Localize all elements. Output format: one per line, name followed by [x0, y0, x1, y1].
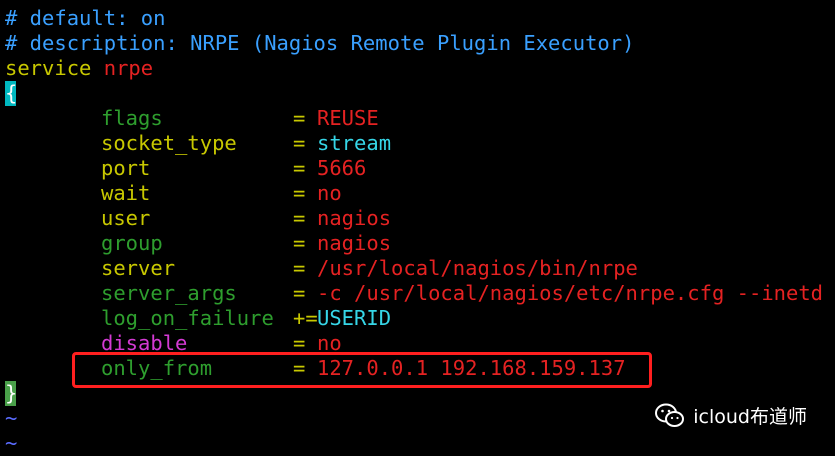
- tilde-marker: ~: [5, 431, 18, 455]
- comment-description-text: NRPE (Nagios Remote Plugin Executor): [190, 31, 635, 55]
- comment-line-default: # default: on: [5, 6, 835, 31]
- config-key: flags: [101, 106, 163, 130]
- config-line-server: server = /usr/local/nagios/bin/nrpe: [5, 256, 835, 281]
- config-value: no: [317, 181, 342, 205]
- watermark-text: icloud布道师: [693, 406, 807, 428]
- config-operator: =: [293, 181, 306, 205]
- config-key: server_args: [101, 281, 237, 305]
- config-key: log_on_failure: [101, 306, 274, 330]
- config-value: -c /usr/local/nagios/etc/nrpe.cfg --inet…: [317, 281, 824, 305]
- config-value: stream: [317, 131, 392, 155]
- config-operator: =: [293, 256, 306, 280]
- config-line-group: group = nagios: [5, 231, 835, 256]
- config-line-user: user = nagios: [5, 206, 835, 231]
- config-value: REUSE: [317, 106, 379, 130]
- comment-default: # default: on: [5, 6, 166, 30]
- comment-line-description: # description: NRPE (Nagios Remote Plugi…: [5, 31, 835, 56]
- config-line-port: port = 5666: [5, 156, 835, 181]
- config-value: 5666: [317, 156, 367, 180]
- config-operator: =: [293, 231, 306, 255]
- config-operator: =: [293, 281, 306, 305]
- config-value: nagios: [317, 231, 392, 255]
- only-from-highlight-box: [72, 352, 652, 388]
- config-value: /usr/local/nagios/bin/nrpe: [317, 256, 638, 280]
- config-line-log-on-failure: log_on_failure += USERID: [5, 306, 835, 331]
- open-brace-line: {: [5, 81, 835, 106]
- config-key: user: [101, 206, 151, 230]
- config-key: group: [101, 231, 163, 255]
- config-operator: =: [293, 106, 306, 130]
- wechat-icon: [655, 403, 685, 429]
- open-brace-cursor[interactable]: {: [5, 81, 17, 106]
- service-line: service nrpe: [5, 56, 835, 81]
- config-block: flags = REUSE socket_type = stream port = 5666 wa…: [5, 106, 835, 381]
- config-key: server: [101, 256, 176, 280]
- close-brace-match: }: [5, 381, 18, 406]
- config-operator: +=: [293, 306, 318, 330]
- config-key: wait: [101, 181, 151, 205]
- config-line-server-args: server_args = -c /usr/local/nagios/etc/nrp…: [5, 281, 835, 306]
- config-key: port: [101, 156, 151, 180]
- config-operator: =: [293, 156, 306, 180]
- terminal-editor[interactable]: # default: on # description: NRPE (Nagio…: [5, 6, 835, 456]
- config-value: USERID: [317, 306, 392, 330]
- empty-line-tilde-2: ~: [5, 431, 835, 456]
- service-name: nrpe: [103, 56, 154, 80]
- config-operator: =: [293, 206, 306, 230]
- service-keyword: service: [5, 56, 92, 80]
- config-line-wait: wait = no: [5, 181, 835, 206]
- config-key: socket_type: [101, 131, 237, 155]
- config-line-flags: flags = REUSE: [5, 106, 835, 131]
- config-line-socket-type: socket_type = stream: [5, 131, 835, 156]
- watermark: icloud布道师: [655, 402, 807, 429]
- comment-description-prefix: # description:: [5, 31, 191, 55]
- tilde-marker: ~: [5, 406, 18, 430]
- config-operator: =: [293, 131, 306, 155]
- config-value: nagios: [317, 206, 392, 230]
